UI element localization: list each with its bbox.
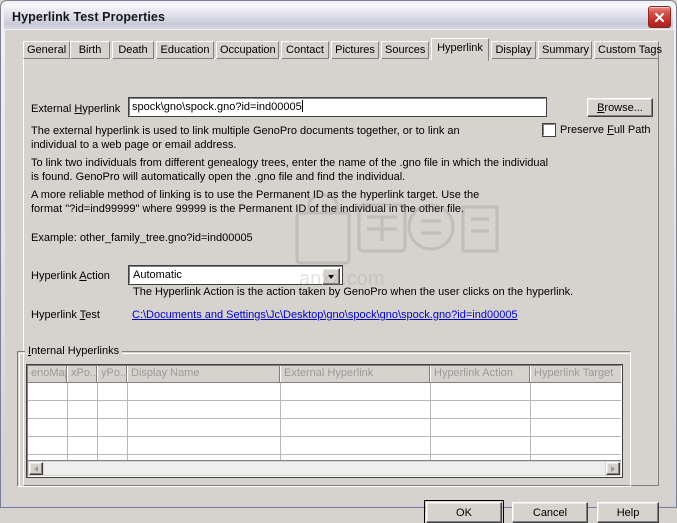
tab-sources[interactable]: Sources <box>381 41 429 59</box>
table-cell[interactable] <box>68 383 98 400</box>
close-icon[interactable] <box>648 6 671 28</box>
grid-column-hyperlink-action[interactable]: Hyperlink Action <box>431 366 531 382</box>
table-cell[interactable] <box>98 419 128 436</box>
tab-contact[interactable]: Contact <box>281 41 329 59</box>
ok-button[interactable]: OK <box>424 500 504 523</box>
table-cell[interactable] <box>68 401 98 418</box>
table-cell[interactable] <box>28 437 68 454</box>
hyperlink-action-value: Automatic <box>133 269 182 281</box>
table-cell[interactable] <box>281 401 431 418</box>
external-hyperlink-label: External Hyperlink <box>31 103 121 115</box>
browse-button[interactable]: Browse... <box>587 98 653 117</box>
paragraph-permanent-id: A more reliable method of linking is to … <box>31 189 480 215</box>
tab-death[interactable]: Death <box>112 41 154 59</box>
table-row[interactable] <box>28 419 621 437</box>
table-cell[interactable] <box>68 419 98 436</box>
external-hyperlink-input[interactable]: spock\gno\spock.gno?id=ind00005 <box>128 97 547 117</box>
table-cell[interactable] <box>281 383 431 400</box>
text-caret <box>301 100 303 112</box>
table-cell[interactable] <box>28 401 68 418</box>
tab-display[interactable]: Display <box>491 41 536 59</box>
tab-occupation[interactable]: Occupation <box>216 41 279 59</box>
table-cell[interactable] <box>531 437 621 454</box>
dialog-client-area: General Birth Death Education Occupation… <box>5 30 674 523</box>
paragraph-external-hyperlink-intro: The external hyperlink is used to link m… <box>31 125 460 151</box>
scroll-right-arrow-icon[interactable] <box>606 462 620 475</box>
hyperlink-action-combo[interactable]: Automatic <box>128 265 343 285</box>
table-cell[interactable] <box>28 419 68 436</box>
table-cell[interactable] <box>28 383 68 400</box>
tab-summary[interactable]: Summary <box>538 41 592 59</box>
table-cell[interactable] <box>531 419 621 436</box>
table-cell[interactable] <box>281 419 431 436</box>
table-cell[interactable] <box>431 419 531 436</box>
scroll-left-arrow-icon[interactable] <box>29 462 43 475</box>
tab-strip: General Birth Death Education Occupation… <box>23 38 662 61</box>
table-cell[interactable] <box>128 419 281 436</box>
table-cell[interactable] <box>128 401 281 418</box>
tab-pictures[interactable]: Pictures <box>331 41 379 59</box>
grid-column-ypos[interactable]: yPo... <box>98 366 128 382</box>
paragraph-example: Example: other_family_tree.gno?id=ind000… <box>31 232 253 244</box>
tab-custom-tags[interactable]: Custom Tags <box>594 41 662 59</box>
table-cell[interactable] <box>431 401 531 418</box>
table-cell[interactable] <box>98 437 128 454</box>
grid-column-xpos[interactable]: xPo... <box>68 366 98 382</box>
tab-birth[interactable]: Birth <box>70 41 110 59</box>
grid-header-row: enoMap xPo... yPo... Display Name Extern… <box>28 366 621 383</box>
cancel-button[interactable]: Cancel <box>512 502 588 523</box>
hyperlink-action-label: Hyperlink Action <box>31 270 110 282</box>
help-button[interactable]: Help <box>597 502 659 523</box>
table-cell[interactable] <box>281 437 431 454</box>
table-row[interactable] <box>28 437 621 455</box>
table-cell[interactable] <box>128 383 281 400</box>
table-cell[interactable] <box>531 383 621 400</box>
table-cell[interactable] <box>98 383 128 400</box>
window-title: Hyperlink Test Properties <box>12 9 166 24</box>
title-bar: Hyperlink Test Properties <box>4 4 673 29</box>
hyperlink-test-label: Hyperlink Test <box>31 309 100 321</box>
grid-column-genomap[interactable]: enoMap <box>28 366 68 382</box>
paragraph-link-two-individuals: To link two individuals from different g… <box>31 157 549 183</box>
table-cell[interactable] <box>531 401 621 418</box>
tab-education[interactable]: Education <box>156 41 214 59</box>
internal-hyperlinks-group-label: Internal Hyperlinks <box>25 345 123 357</box>
table-row[interactable] <box>28 401 621 419</box>
external-hyperlink-value: spock\gno\spock.gno?id=ind00005 <box>132 101 302 113</box>
chevron-down-icon[interactable] <box>322 268 340 285</box>
dialog-window: Hyperlink Test Properties General Birth … <box>0 0 677 523</box>
table-cell[interactable] <box>431 437 531 454</box>
table-cell[interactable] <box>98 401 128 418</box>
browse-button-label: Browse... <box>597 101 643 114</box>
scrollbar-track[interactable] <box>44 462 605 475</box>
tab-hyperlink[interactable]: Hyperlink <box>431 38 489 61</box>
table-cell[interactable] <box>68 437 98 454</box>
grid-column-display-name[interactable]: Display Name <box>128 366 281 382</box>
preserve-full-path-label: Preserve Full Path <box>560 124 651 136</box>
hyperlink-action-description: The Hyperlink Action is the action taken… <box>133 286 574 298</box>
preserve-full-path-row[interactable]: Preserve Full Path <box>542 123 651 137</box>
table-row[interactable] <box>28 383 621 401</box>
table-cell[interactable] <box>431 383 531 400</box>
tab-general[interactable]: General <box>23 41 70 59</box>
grid-horizontal-scrollbar[interactable] <box>28 460 621 476</box>
grid-column-external-hyperlink[interactable]: External Hyperlink <box>281 366 431 382</box>
internal-hyperlinks-grid[interactable]: enoMap xPo... yPo... Display Name Extern… <box>26 364 623 478</box>
grid-column-hyperlink-target[interactable]: Hyperlink Target <box>531 366 621 382</box>
table-cell[interactable] <box>128 437 281 454</box>
preserve-full-path-checkbox[interactable] <box>542 123 556 137</box>
hyperlink-test-link[interactable]: C:\Documents and Settings\Jc\Desktop\gno… <box>132 309 518 321</box>
